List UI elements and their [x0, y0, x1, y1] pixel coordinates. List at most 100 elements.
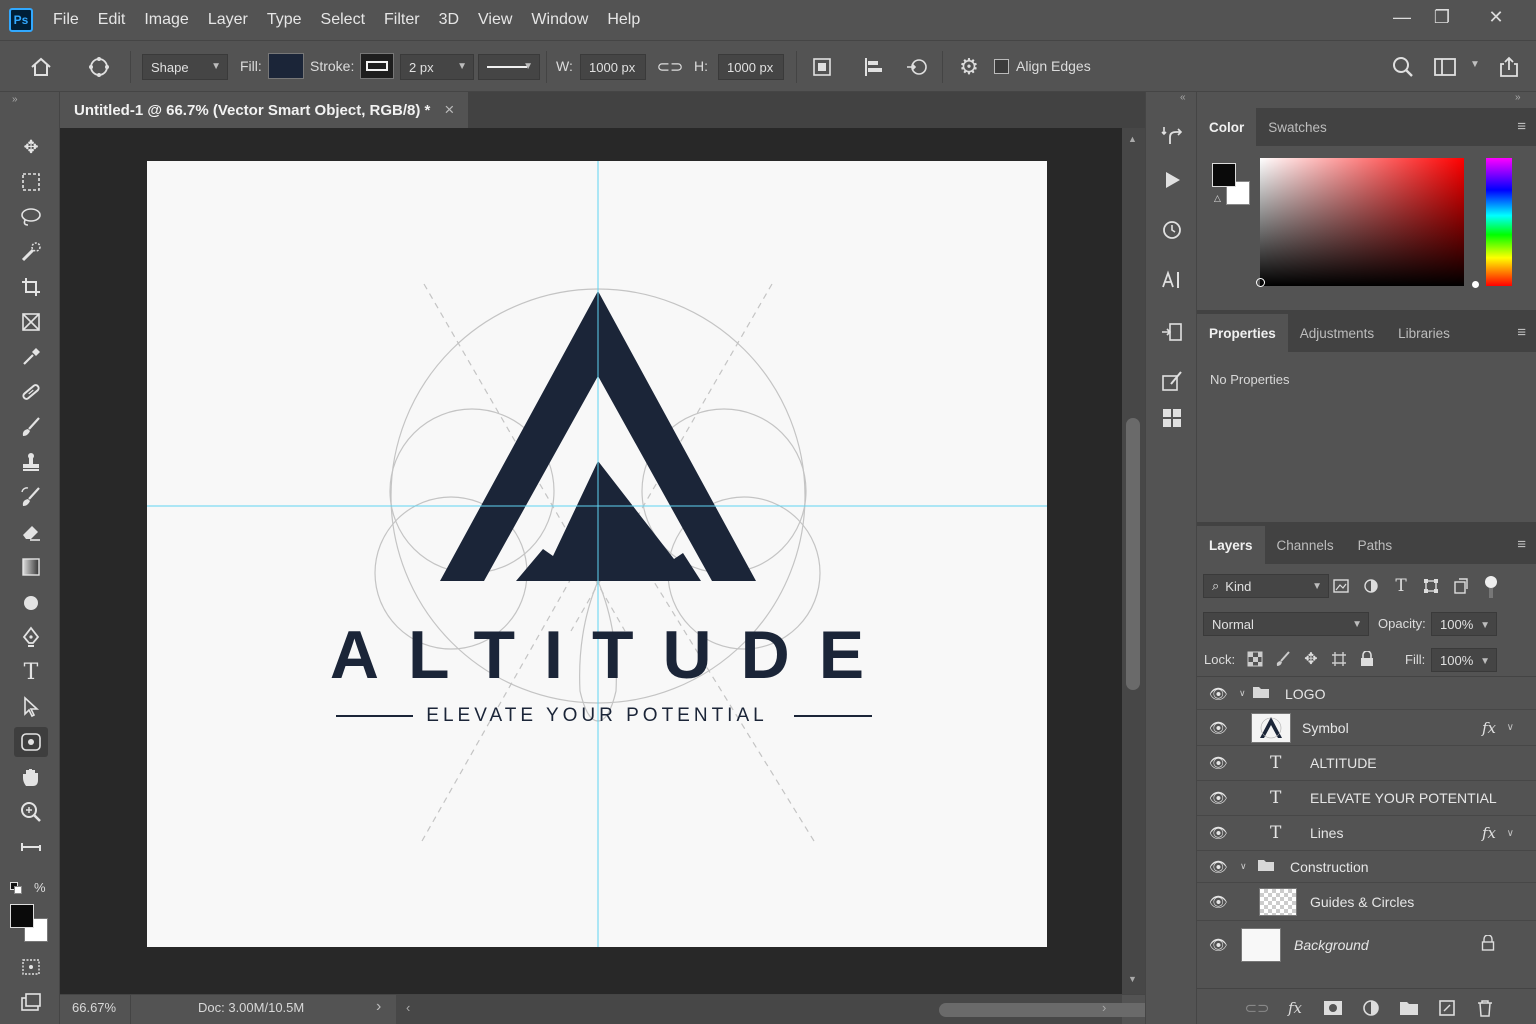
share-icon[interactable]	[1494, 53, 1524, 81]
height-input[interactable]: 1000 px	[718, 54, 784, 80]
lock-pixels-icon[interactable]	[1273, 649, 1293, 669]
photoshop-logo-icon[interactable]: Ps	[9, 8, 33, 32]
filter-type-icon[interactable]: T	[1391, 576, 1411, 596]
layer-row-background[interactable]: 👁 Background	[1197, 921, 1536, 969]
history-states-icon[interactable]	[1158, 122, 1186, 150]
chevron-down-icon[interactable]: ∨	[1507, 828, 1514, 839]
adjustment-brush-icon[interactable]	[1158, 368, 1186, 396]
filter-pixel-icon[interactable]	[1331, 576, 1351, 596]
filter-adjustment-icon[interactable]	[1361, 576, 1381, 596]
panel-menu-icon[interactable]: ≡	[1517, 324, 1526, 341]
tab-libraries[interactable]: Libraries	[1386, 314, 1462, 352]
actions-play-icon[interactable]	[1158, 166, 1186, 194]
filter-smart-object-icon[interactable]	[1451, 576, 1471, 596]
document-window[interactable]: ALTITUDE ELEVATE YOUR POTENTIAL	[60, 128, 1122, 994]
link-layers-icon[interactable]: ⊂⊃	[1244, 997, 1269, 1019]
menu-help[interactable]: Help	[607, 11, 640, 29]
clone-stamp-tool-icon[interactable]	[14, 447, 48, 477]
brush-tool-icon[interactable]	[14, 412, 48, 442]
history-icon[interactable]	[1158, 216, 1186, 244]
eye-icon[interactable]: 👁	[1209, 936, 1228, 954]
stroke-swatch[interactable]	[360, 53, 394, 79]
eye-icon[interactable]: 👁	[1209, 789, 1228, 807]
search-icon[interactable]	[1388, 53, 1418, 81]
minimize-button[interactable]: —	[1380, 2, 1424, 32]
document-tab[interactable]: Untitled-1 @ 66.7% (Vector Smart Object,…	[60, 92, 468, 128]
scroll-left-icon[interactable]: ‹	[406, 1000, 410, 1015]
eye-icon[interactable]: 👁	[1209, 858, 1228, 876]
panel-menu-icon[interactable]: ≡	[1517, 536, 1526, 553]
new-layer-icon[interactable]	[1435, 997, 1459, 1019]
opacity-input[interactable]: 100% ▼	[1431, 612, 1497, 636]
path-arrangement-icon[interactable]	[902, 54, 932, 80]
tool-mode-select[interactable]: Shape ▼	[142, 54, 228, 80]
swap-colors-icon[interactable]: %	[34, 880, 46, 895]
frame-tool-icon[interactable]	[14, 307, 48, 337]
glyphs-grid-icon[interactable]	[1158, 404, 1186, 432]
hand-tool-icon[interactable]	[14, 762, 48, 792]
width-input[interactable]: 1000 px	[580, 54, 646, 80]
layer-effects-icon[interactable]: fx	[1482, 719, 1496, 737]
link-icon[interactable]: ⊂⊃	[656, 55, 684, 79]
scroll-down-icon[interactable]: ▼	[1128, 974, 1137, 984]
eye-icon[interactable]: 👁	[1209, 685, 1228, 703]
foreground-color-swatch[interactable]	[1212, 163, 1236, 187]
add-layer-style-icon[interactable]: fx	[1283, 997, 1307, 1019]
collapse-arrows-icon[interactable]: »	[12, 94, 18, 105]
tab-properties[interactable]: Properties	[1197, 314, 1288, 352]
path-selection-tool-icon[interactable]	[14, 692, 48, 722]
quick-selection-tool-icon[interactable]	[14, 237, 48, 267]
menu-layer[interactable]: Layer	[208, 11, 248, 29]
close-tab-icon[interactable]: ×	[444, 100, 454, 120]
more-tools-icon[interactable]	[14, 832, 48, 862]
layer-filter-select[interactable]: ⌕ Kind ▼	[1203, 574, 1329, 598]
lock-position-icon[interactable]: ✥	[1301, 649, 1321, 669]
tab-color[interactable]: Color	[1197, 108, 1257, 146]
zoom-level[interactable]: 66.67%	[72, 1000, 116, 1015]
blend-mode-select[interactable]: Normal ▼	[1203, 612, 1369, 636]
workspace-icon[interactable]	[1430, 53, 1460, 81]
close-window-button[interactable]: ✕	[1474, 2, 1518, 32]
menu-view[interactable]: View	[478, 11, 512, 29]
shape-tool-icon[interactable]	[14, 727, 48, 757]
status-menu-chevron-icon[interactable]: ›	[376, 998, 381, 1016]
menu-3d[interactable]: 3D	[439, 11, 459, 29]
filter-toggle-icon[interactable]	[1485, 576, 1497, 588]
eye-icon[interactable]: 👁	[1209, 893, 1228, 911]
vertical-scrollbar[interactable]: ▲ ▼	[1122, 128, 1145, 994]
horizontal-scrollbar[interactable]: ‹ ›	[396, 995, 1209, 1024]
path-operations-icon[interactable]	[808, 54, 836, 80]
tab-swatches[interactable]: Swatches	[1256, 108, 1339, 146]
layer-row-altitude[interactable]: 👁 T ALTITUDE	[1197, 746, 1536, 781]
eraser-tool-icon[interactable]	[14, 517, 48, 547]
chevron-down-icon[interactable]: ∨	[1507, 722, 1514, 733]
chevron-down-icon[interactable]: ∨	[1239, 688, 1246, 699]
healing-brush-tool-icon[interactable]	[14, 377, 48, 407]
collapse-arrows-icon[interactable]: »	[1515, 92, 1521, 103]
delete-layer-icon[interactable]	[1473, 997, 1497, 1019]
filter-shape-icon[interactable]	[1421, 576, 1441, 596]
lock-transparent-icon[interactable]	[1245, 649, 1265, 669]
path-alignment-icon[interactable]	[860, 54, 888, 80]
layer-row-lines[interactable]: 👁 T Lines fx ∨	[1197, 816, 1536, 851]
lasso-tool-icon[interactable]	[14, 202, 48, 232]
tab-paths[interactable]: Paths	[1346, 526, 1405, 564]
hue-slider-handle[interactable]	[1472, 281, 1479, 288]
chevron-down-icon[interactable]: ∨	[1240, 861, 1247, 872]
color-field[interactable]	[1256, 158, 1464, 287]
layer-effects-icon[interactable]: fx	[1482, 824, 1496, 842]
home-icon[interactable]	[26, 53, 56, 81]
layer-row-symbol[interactable]: 👁 Symbol fx ∨	[1197, 710, 1536, 746]
restore-button[interactable]: ❐	[1420, 2, 1464, 32]
stroke-type-select[interactable]: ▼	[478, 54, 540, 80]
menu-image[interactable]: Image	[144, 11, 188, 29]
layer-row-logo[interactable]: 👁 ∨ LOGO	[1197, 678, 1536, 710]
vertical-scroll-thumb[interactable]	[1126, 418, 1140, 690]
history-brush-tool-icon[interactable]	[14, 482, 48, 512]
crop-tool-icon[interactable]	[14, 272, 48, 302]
hue-slider[interactable]	[1486, 158, 1512, 286]
tab-layers[interactable]: Layers	[1197, 526, 1265, 564]
pen-tool-icon[interactable]	[14, 622, 48, 652]
layer-row-guides-circles[interactable]: 👁 Guides & Circles	[1197, 883, 1536, 921]
blur-tool-icon[interactable]	[14, 587, 48, 617]
